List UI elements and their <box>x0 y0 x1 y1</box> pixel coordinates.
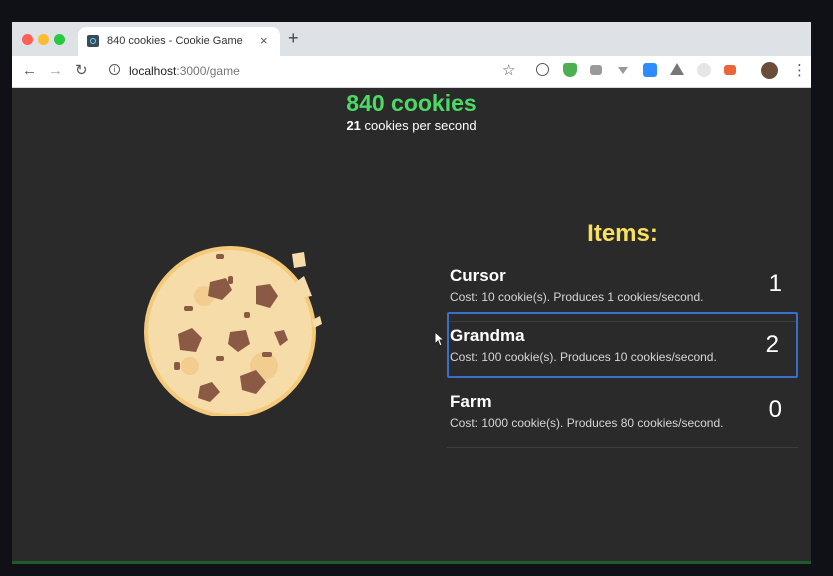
dropdown-extension-icon[interactable] <box>618 67 628 74</box>
item-count: 2 <box>765 331 779 358</box>
browser-tab[interactable]: 840 cookies - Cookie Game × <box>78 27 280 56</box>
item-description: Cost: 1000 cookie(s). Produces 80 cookie… <box>450 416 724 430</box>
item-name: Farm <box>450 392 492 411</box>
browser-toolbar: ← → ↻ i localhost:3000/game ☆ ⋮ <box>12 56 811 88</box>
info-icon[interactable]: i <box>109 64 120 75</box>
item-description: Cost: 100 cookie(s). Produces 10 cookies… <box>450 350 717 364</box>
shield-extension-icon[interactable] <box>563 63 577 77</box>
camera-extension-icon[interactable] <box>590 65 602 75</box>
bottom-border <box>12 561 811 564</box>
cookies-per-second: 21 cookies per second <box>12 118 811 133</box>
tab-strip: 840 cookies - Cookie Game × + <box>12 22 811 56</box>
mouse-pointer-icon <box>434 331 446 347</box>
zoom-window-button[interactable] <box>54 34 65 45</box>
address-bar[interactable]: localhost:3000/game <box>129 64 240 78</box>
menu-icon[interactable]: ⋮ <box>792 61 807 79</box>
reload-icon[interactable]: ↻ <box>75 62 88 80</box>
react-favicon-icon <box>87 35 99 47</box>
url-host: localhost <box>129 64 177 78</box>
item-name: Grandma <box>450 326 525 345</box>
item-description: Cost: 10 cookie(s). Produces 1 cookies/s… <box>450 290 704 304</box>
tab-title: 840 cookies - Cookie Game <box>107 35 243 47</box>
cookie-count: 840 cookies <box>346 90 477 116</box>
star-icon[interactable]: ☆ <box>502 61 515 79</box>
item-count: 1 <box>768 270 782 297</box>
item-grandma[interactable]: Grandma Cost: 100 cookie(s). Produces 10… <box>447 312 798 378</box>
new-tab-button[interactable]: + <box>288 29 299 47</box>
minimize-window-button[interactable] <box>38 34 49 45</box>
item-name: Cursor <box>450 266 506 285</box>
item-count: 0 <box>768 396 782 423</box>
cookie-button[interactable] <box>144 236 324 416</box>
item-farm[interactable]: Farm Cost: 1000 cookie(s). Produces 80 c… <box>447 384 798 448</box>
items-title: Items: <box>587 220 658 247</box>
tab-close-icon[interactable]: × <box>260 33 268 48</box>
cps-label: cookies per second <box>360 118 477 133</box>
avatar[interactable] <box>761 62 778 79</box>
cps-value: 21 <box>346 118 361 133</box>
zoom-extension-icon[interactable] <box>643 63 657 77</box>
url-path: :3000/game <box>176 64 240 78</box>
back-icon[interactable]: ← <box>22 62 37 80</box>
browser-window: 840 cookies - Cookie Game × + ← → ↻ i lo… <box>12 22 811 564</box>
game-page: 840 cookies 21 cookies per second Items:… <box>12 88 811 564</box>
extension-2-icon[interactable] <box>697 63 711 77</box>
close-window-button[interactable] <box>22 34 33 45</box>
megaphone-extension-icon[interactable] <box>724 65 736 75</box>
forward-icon[interactable]: → <box>48 62 63 80</box>
drive-extension-icon[interactable] <box>670 63 684 75</box>
extension-1-icon[interactable] <box>536 63 549 76</box>
